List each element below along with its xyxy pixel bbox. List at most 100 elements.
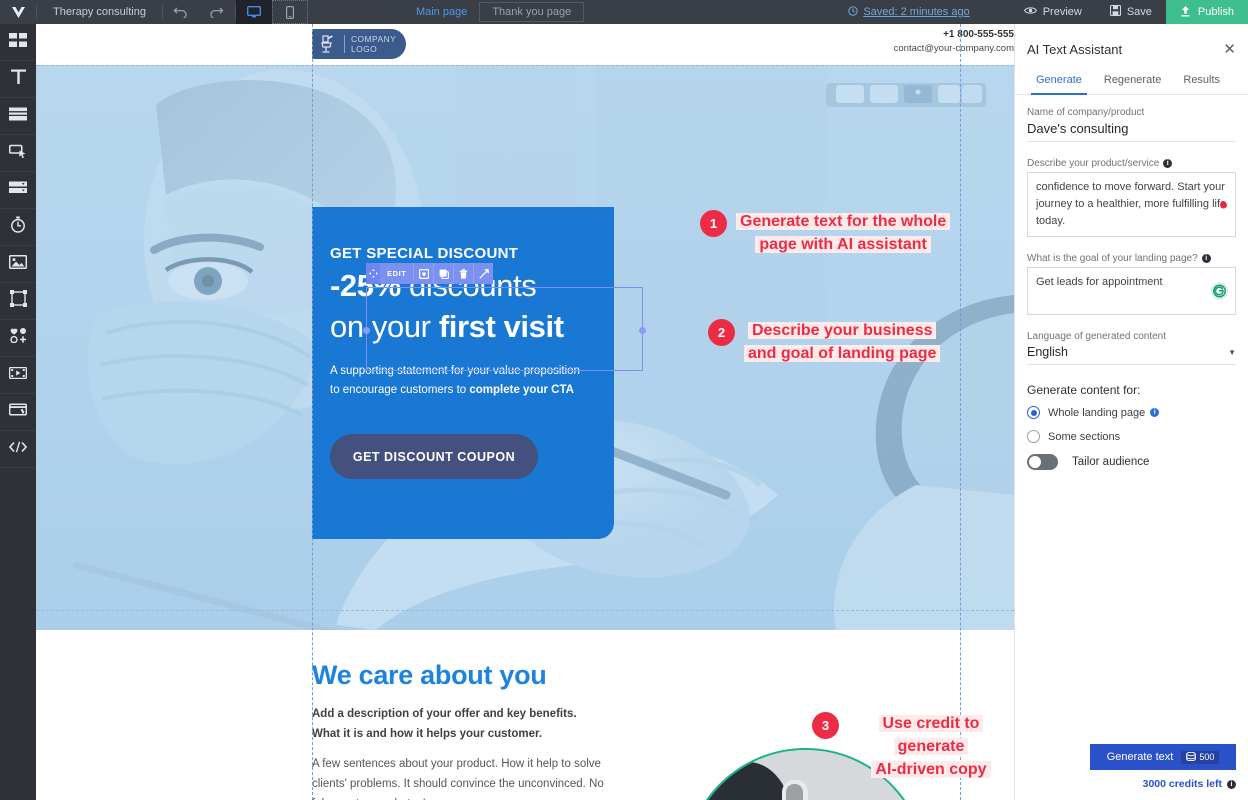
contact-phone[interactable]: +1 800-555-555 bbox=[894, 28, 1014, 42]
logo-line-2: LOGO bbox=[351, 44, 378, 54]
duplicate-icon[interactable] bbox=[413, 263, 434, 284]
tailor-audience-label: Tailor audience bbox=[1072, 456, 1150, 468]
callout-line-2: page with AI assistant bbox=[755, 236, 931, 253]
radio-some-sections[interactable]: Some sections bbox=[1027, 430, 1236, 443]
callout-line-1: Describe your business bbox=[747, 322, 937, 339]
info-icon[interactable]: i bbox=[1227, 779, 1236, 789]
text-t-icon bbox=[10, 68, 27, 90]
hero-offer-card[interactable]: GET SPECIAL DISCOUNT -25% discounts on y… bbox=[312, 207, 614, 539]
goal-field-label: What is the goal of your landing page? i bbox=[1027, 253, 1236, 264]
save-label: Save bbox=[1126, 6, 1152, 18]
radio-label: Whole landing page i bbox=[1048, 406, 1160, 419]
callout-text: Generate text for the whole page with AI… bbox=[736, 210, 951, 256]
callout-line-2: AI-driven copy bbox=[871, 761, 991, 778]
language-label-text: Language of generated content bbox=[1027, 331, 1167, 342]
redo-icon[interactable] bbox=[199, 0, 235, 24]
undo-icon[interactable] bbox=[163, 0, 199, 24]
tailor-audience-row[interactable]: Tailor audience bbox=[1027, 454, 1236, 470]
company-label-text: Name of company/product bbox=[1027, 107, 1145, 118]
desktop-view-icon[interactable] bbox=[235, 0, 272, 24]
eye-icon bbox=[1023, 6, 1037, 18]
sidebar-item-timer[interactable] bbox=[0, 209, 36, 246]
close-icon[interactable]: ✕ bbox=[1223, 42, 1236, 57]
vertex-logo-icon[interactable] bbox=[0, 0, 36, 24]
info-icon[interactable]: i bbox=[1163, 159, 1173, 168]
project-name[interactable]: Therapy consulting bbox=[37, 6, 162, 18]
radio-whole-landing-page[interactable]: Whole landing page i bbox=[1027, 406, 1236, 419]
tailor-audience-toggle[interactable] bbox=[1027, 454, 1058, 470]
sidebar-item-code[interactable] bbox=[0, 431, 36, 468]
radio-button[interactable] bbox=[1027, 406, 1040, 419]
info-icon[interactable]: i bbox=[1201, 254, 1211, 263]
sidebar-item-form[interactable] bbox=[0, 172, 36, 209]
callout-3: 3 Use credit to generate AI-driven copy bbox=[812, 712, 1014, 781]
app-root: Therapy consulting Main page Thank you p… bbox=[0, 0, 1248, 800]
goal-textarea[interactable]: Get leads for appointment bbox=[1027, 267, 1236, 315]
sidebar-item-payment[interactable] bbox=[0, 394, 36, 431]
callout-text: Describe your business and goal of landi… bbox=[744, 319, 941, 365]
publish-button[interactable]: Publish bbox=[1165, 0, 1248, 24]
element-edit-toolbar[interactable]: EDIT bbox=[366, 263, 494, 284]
contact-email[interactable]: contact@your-company.com bbox=[894, 42, 1014, 56]
sidebar-item-button[interactable] bbox=[0, 135, 36, 172]
hero-subtext[interactable]: A supporting statement for your value pr… bbox=[330, 362, 588, 400]
chevron-down-icon: ▼ bbox=[1228, 347, 1236, 357]
tab-thank-you-page[interactable]: Thank you page bbox=[479, 2, 585, 22]
describe-textarea-value: confidence to move forward. Start your j… bbox=[1036, 181, 1227, 227]
company-logo[interactable]: COMPANY LOGO bbox=[312, 29, 406, 59]
care-bold-text[interactable]: Add a description of your offer and key … bbox=[312, 704, 604, 744]
settings-arrow-icon[interactable] bbox=[473, 263, 494, 284]
radio-button[interactable] bbox=[1027, 430, 1040, 443]
sidebar-item-social[interactable] bbox=[0, 320, 36, 357]
timer-icon bbox=[10, 216, 26, 238]
move-grip-icon[interactable] bbox=[366, 263, 380, 284]
saved-status-label: Saved: 2 minutes ago bbox=[863, 6, 970, 18]
tab-results[interactable]: Results bbox=[1172, 66, 1231, 94]
sidebar-item-text[interactable] bbox=[0, 61, 36, 98]
radio-whole-text: Whole landing page bbox=[1048, 406, 1146, 419]
hero-section[interactable]: GET SPECIAL DISCOUNT -25% discounts on y… bbox=[36, 65, 1014, 630]
left-sidebar bbox=[0, 24, 36, 800]
image-icon bbox=[8, 254, 28, 274]
tab-generate[interactable]: Generate bbox=[1025, 66, 1093, 95]
hero-cta-button[interactable]: GET DISCOUNT COUPON bbox=[330, 434, 538, 479]
company-input[interactable]: Dave's consulting bbox=[1027, 121, 1236, 142]
care-text-block[interactable]: We care about you Add a description of y… bbox=[312, 660, 604, 800]
generate-text-button[interactable]: Generate text 500 bbox=[1090, 744, 1236, 770]
company-logo-text: COMPANY LOGO bbox=[351, 34, 396, 54]
credit-cost-chip: 500 bbox=[1181, 750, 1220, 764]
save-button[interactable]: Save bbox=[1096, 0, 1166, 24]
page-canvas[interactable]: COMPANY LOGO +1 800-555-555 contact@your… bbox=[36, 24, 1014, 800]
sidebar-item-image[interactable] bbox=[0, 246, 36, 283]
describe-textarea[interactable]: confidence to move forward. Start your j… bbox=[1027, 172, 1236, 237]
tab-main-page[interactable]: Main page bbox=[404, 0, 479, 24]
sidebar-item-blocks[interactable] bbox=[0, 24, 36, 61]
sidebar-item-shape[interactable] bbox=[0, 283, 36, 320]
ai-text-assistant-panel: AI Text Assistant ✕ Generate Regenerate … bbox=[1014, 24, 1248, 800]
credits-left-label: 3000 credits left bbox=[1142, 778, 1222, 790]
floppy-disk-icon bbox=[1109, 4, 1121, 19]
site-header[interactable]: COMPANY LOGO +1 800-555-555 contact@your… bbox=[36, 24, 1014, 65]
saved-status[interactable]: Saved: 2 minutes ago bbox=[848, 5, 1009, 19]
preview-button[interactable]: Preview bbox=[1010, 0, 1096, 24]
layers-icon[interactable] bbox=[433, 263, 454, 284]
language-select[interactable]: English ▼ bbox=[1027, 345, 1236, 365]
sidebar-item-sections[interactable] bbox=[0, 98, 36, 135]
tab-regenerate[interactable]: Regenerate bbox=[1093, 66, 1173, 94]
info-icon[interactable]: i bbox=[1150, 408, 1160, 417]
toggle-knob bbox=[1029, 456, 1041, 468]
mobile-view-icon[interactable] bbox=[271, 0, 308, 24]
grammarly-icon[interactable] bbox=[1211, 282, 1228, 300]
edit-toolbar-label[interactable]: EDIT bbox=[380, 263, 414, 284]
video-icon bbox=[8, 366, 28, 384]
care-heading[interactable]: We care about you bbox=[312, 660, 604, 691]
shape-frame-icon bbox=[9, 290, 27, 312]
care-paragraph[interactable]: A few sentences about your product. How … bbox=[312, 754, 604, 800]
sections-icon bbox=[9, 107, 27, 126]
page-tabs: Main page Thank you page bbox=[404, 0, 585, 24]
callout-number: 1 bbox=[700, 210, 727, 237]
sidebar-item-video[interactable] bbox=[0, 357, 36, 394]
social-icons-icon bbox=[9, 328, 27, 348]
delete-trash-icon[interactable] bbox=[453, 263, 474, 284]
callout-number: 2 bbox=[708, 319, 735, 346]
